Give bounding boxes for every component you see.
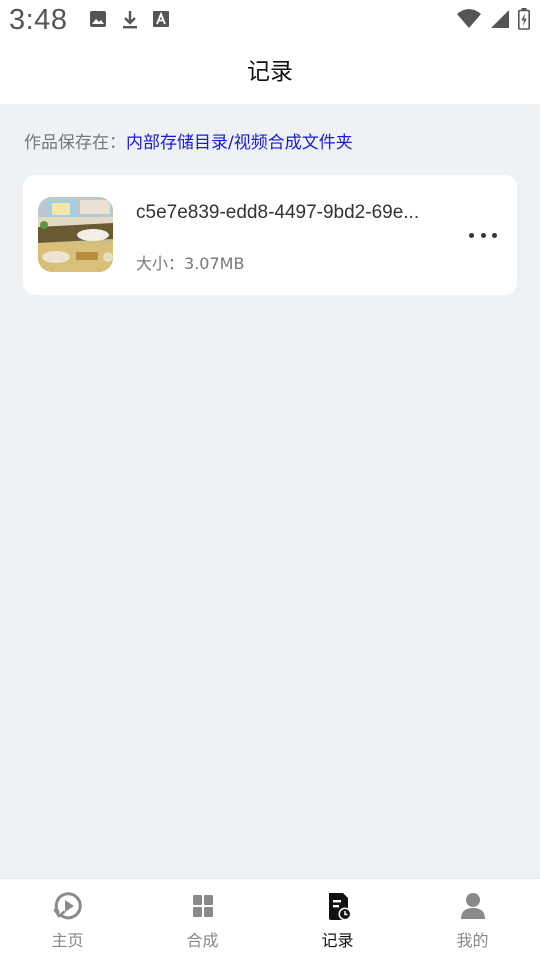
- tab-label: 我的: [456, 931, 489, 950]
- record-size-label: 大小：: [136, 254, 185, 273]
- page-title: 记录: [247, 59, 293, 85]
- tab-label: 合成: [186, 931, 219, 950]
- tab-label: 主页: [51, 931, 84, 950]
- bottom-tab-bar: 主页 合成 记录 我的: [0, 878, 540, 961]
- download-icon: [123, 11, 137, 29]
- video-thumbnail[interactable]: [38, 197, 113, 272]
- title-bar: 记录: [0, 44, 540, 104]
- record-size-value: 3.07MB: [184, 254, 245, 273]
- cell-signal-icon: [491, 10, 509, 28]
- status-time: 3:48: [9, 4, 68, 36]
- wifi-icon: [457, 9, 481, 28]
- record-doc-icon: [328, 893, 351, 921]
- tab-profile[interactable]: 我的: [405, 879, 540, 961]
- save-location-label: 作品保存在：: [24, 133, 126, 153]
- tab-label: 记录: [321, 931, 354, 950]
- tab-records[interactable]: 记录: [270, 879, 405, 961]
- save-location-path[interactable]: 内部存储目录/视频合成文件夹: [126, 133, 353, 153]
- battery-charging-icon: [518, 8, 530, 30]
- person-icon: [460, 893, 485, 919]
- record-card[interactable]: c5e7e839-edd8-4497-9bd2-69e... 大小：3.07MB: [23, 175, 517, 295]
- image-icon: [90, 11, 106, 27]
- save-location: 作品保存在：内部存储目录/视频合成文件夹: [24, 128, 353, 153]
- tab-compose[interactable]: 合成: [135, 879, 270, 961]
- record-file-size: 大小：3.07MB: [136, 250, 244, 274]
- more-dots-icon[interactable]: [469, 223, 497, 247]
- status-left-icons: [88, 9, 170, 31]
- record-file-name: c5e7e839-edd8-4497-9bd2-69e...: [136, 202, 420, 223]
- status-bar: 3:48: [0, 0, 540, 44]
- play-circle-icon: [53, 892, 82, 920]
- status-right-icons: [456, 8, 530, 30]
- font-icon: [153, 11, 169, 27]
- grid-icon: [192, 895, 213, 917]
- tab-home[interactable]: 主页: [0, 879, 135, 961]
